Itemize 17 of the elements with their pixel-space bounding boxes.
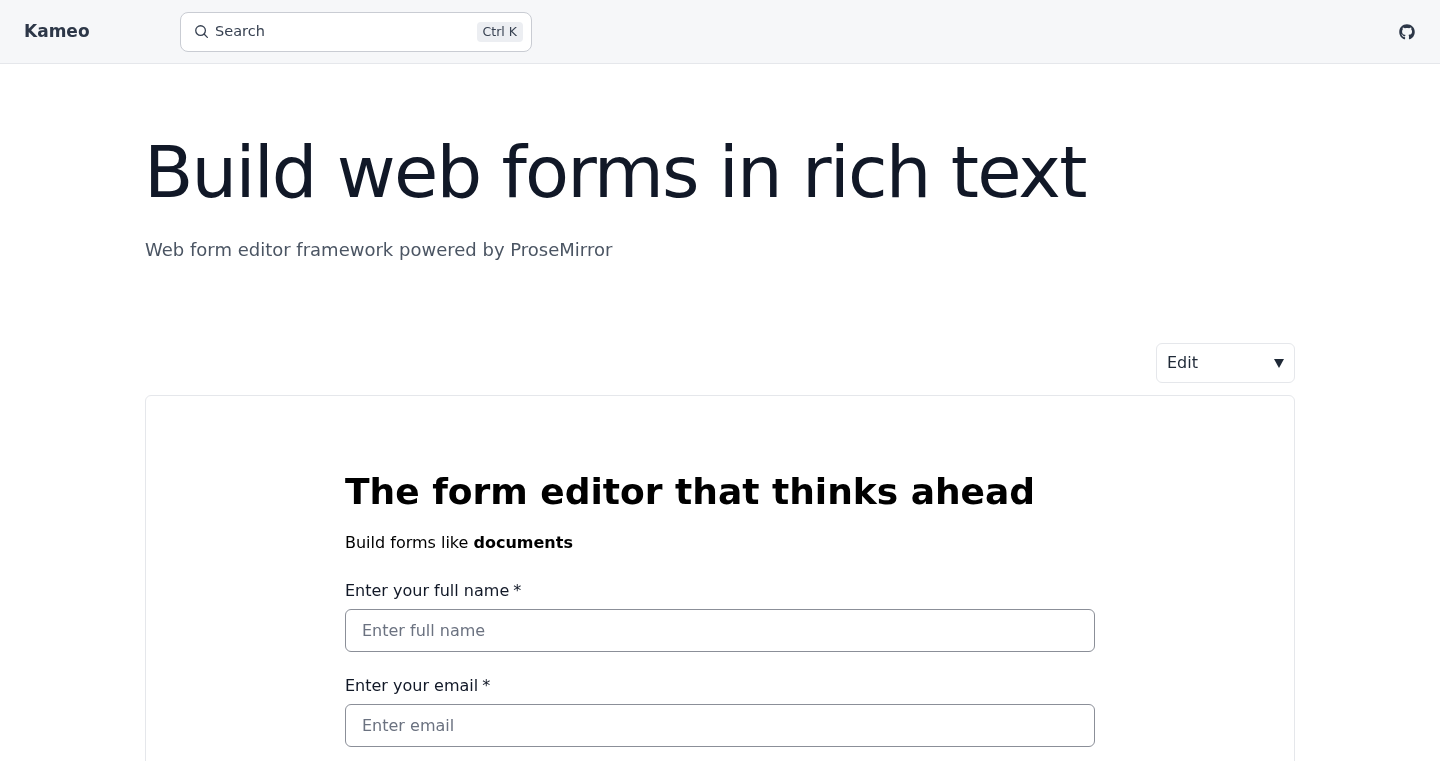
caret-icon [1274,358,1284,368]
shortcut-hint: Ctrl K [476,21,523,42]
site-logo[interactable]: Kameo [24,18,90,45]
required-mark: * [513,580,522,602]
form-heading: The form editor that thinks ahead [345,472,1037,512]
page-title: Build web forms in rich text [144,136,1087,208]
page-subtitle: Web form editor framework powered by ProseMirror [145,238,614,262]
mode-select[interactable]: Edit [1156,343,1295,383]
search-button[interactable]: Search Ctrl K [180,11,532,52]
search-icon [195,25,208,38]
field-label: Enter your full name [345,580,510,602]
input-field[interactable]: Enter full name [345,609,1095,652]
required-mark: * [482,675,491,697]
form-intro: Build forms like documents [345,532,574,554]
field-label: Enter your email [345,675,479,697]
github-icon[interactable] [1399,23,1415,40]
input-field[interactable]: Enter email [345,704,1095,747]
